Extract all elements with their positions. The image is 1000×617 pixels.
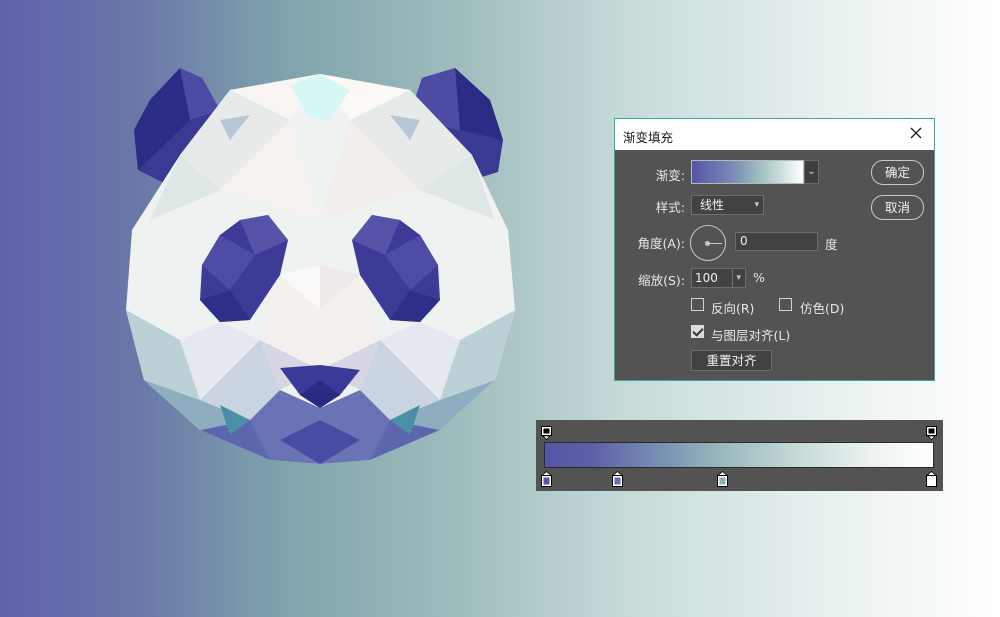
gradient-picker-dropdown[interactable]: ⌄ <box>804 160 819 184</box>
ok-button[interactable]: 确定 <box>871 160 924 185</box>
gradient-preview-swatch[interactable] <box>691 160 804 184</box>
color-stop-4[interactable] <box>926 471 937 487</box>
dialog-titlebar: 渐变填充 <box>615 119 934 150</box>
chevron-down-icon: ▾ <box>732 269 741 287</box>
scale-unit: % <box>753 270 765 285</box>
style-select[interactable]: 线性 ▾ <box>691 195 764 215</box>
gradient-editor-strip <box>536 420 943 491</box>
dialog-title: 渐变填充 <box>623 130 674 145</box>
gradient-ramp[interactable] <box>544 442 934 468</box>
color-stop-2[interactable] <box>612 471 623 487</box>
reset-alignment-button[interactable]: 重置对齐 <box>691 350 772 371</box>
angle-unit: 度 <box>825 237 838 252</box>
scale-value: 100 <box>695 271 718 285</box>
gradient-fill-dialog: 渐变填充 渐变: ⌄ 样式: 线性 ▾ 角度(A): 0 度 缩放(S): 10… <box>614 118 935 381</box>
color-stop-1[interactable] <box>541 471 552 487</box>
color-stop-3[interactable] <box>717 471 728 487</box>
dither-checkbox[interactable] <box>779 298 792 311</box>
opacity-stop-right[interactable] <box>926 426 937 440</box>
style-label: 样式: <box>655 200 685 215</box>
chevron-down-icon: ⌄ <box>807 166 816 177</box>
gradient-label: 渐变: <box>655 168 685 183</box>
angle-dial-icon[interactable] <box>690 225 726 261</box>
panda-illustration <box>126 68 515 464</box>
cancel-button[interactable]: 取消 <box>871 195 924 220</box>
style-select-value: 线性 <box>700 198 725 212</box>
scale-select[interactable]: 100 ▾ <box>691 268 746 288</box>
scale-label: 缩放(S): <box>638 273 685 288</box>
align-with-layer-label: 与图层对齐(L) <box>711 328 791 343</box>
close-icon[interactable] <box>908 125 924 141</box>
angle-input[interactable]: 0 <box>735 232 818 251</box>
reverse-label: 反向(R) <box>711 301 755 316</box>
chevron-down-icon: ▾ <box>754 200 759 210</box>
reverse-checkbox[interactable] <box>691 298 704 311</box>
angle-label: 角度(A): <box>637 236 685 251</box>
opacity-stop-left[interactable] <box>541 426 552 440</box>
dither-label: 仿色(D) <box>800 301 845 316</box>
align-with-layer-checkbox[interactable] <box>691 325 704 338</box>
